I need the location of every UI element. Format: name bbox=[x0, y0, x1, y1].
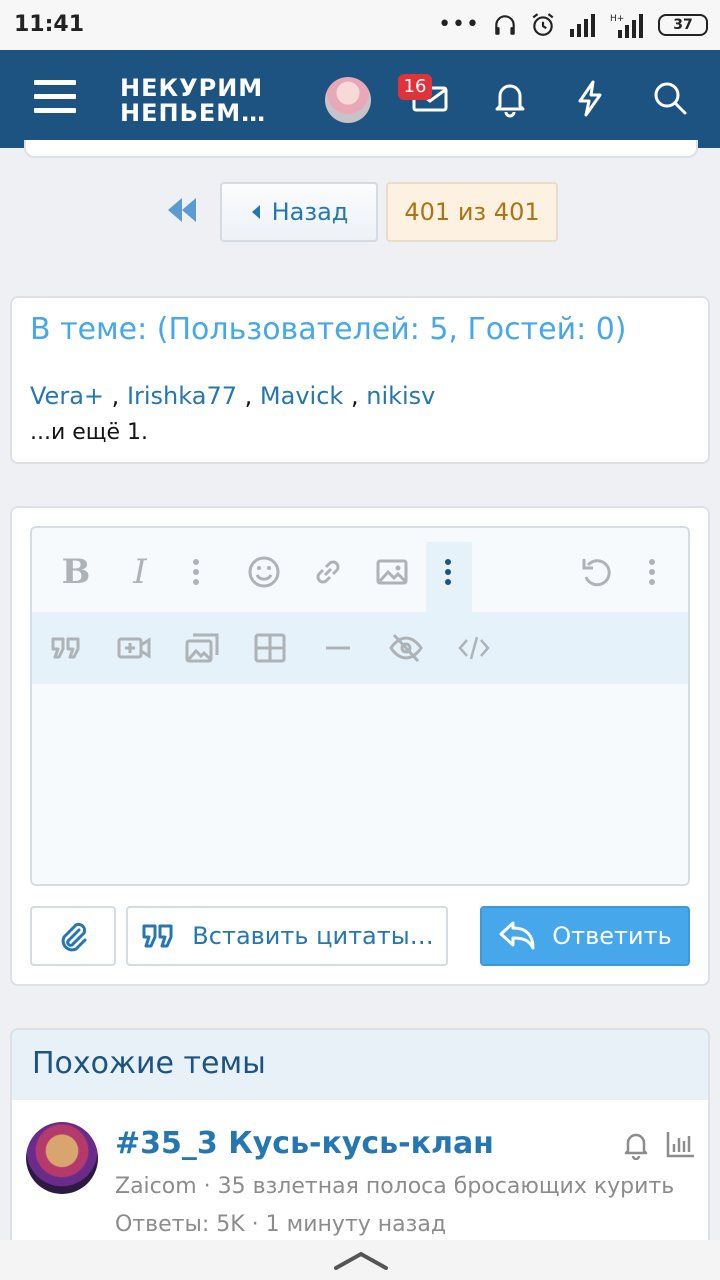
signal-icon bbox=[570, 14, 595, 37]
user-link[interactable]: Mavick bbox=[260, 382, 343, 410]
quote-icon bbox=[142, 924, 173, 948]
thread-replies: Ответы: 5K bbox=[115, 1212, 245, 1237]
thread-stats: Ответы: 5K · 1 минуту назад bbox=[115, 1212, 446, 1237]
insert-quotes-label: Вставить цитаты… bbox=[192, 922, 434, 950]
editor: B I bbox=[30, 526, 690, 886]
spoiler-icon[interactable] bbox=[386, 628, 426, 668]
back-button[interactable]: Назад bbox=[220, 182, 378, 242]
avatar[interactable] bbox=[325, 77, 371, 123]
paperclip-icon bbox=[61, 922, 87, 952]
thread-meta: Zaicom · 35 взлетная полоса бросающих ку… bbox=[115, 1174, 674, 1199]
signal-h-icon: H+ bbox=[610, 14, 643, 38]
back-label: Назад bbox=[271, 198, 349, 226]
status-time: 11:41 bbox=[14, 12, 85, 37]
reply-icon bbox=[499, 921, 535, 950]
quote-icon[interactable] bbox=[46, 628, 86, 668]
undo-icon[interactable] bbox=[576, 552, 616, 592]
status-bar: 11:41 ••• H+ 37 bbox=[0, 0, 720, 50]
horizontal-rule-icon[interactable] bbox=[318, 628, 358, 668]
reply-button[interactable]: Ответить bbox=[480, 906, 690, 966]
bold-icon[interactable]: B bbox=[56, 552, 96, 592]
user-link[interactable]: nikisv bbox=[366, 382, 435, 410]
chevron-up-icon[interactable] bbox=[334, 1250, 388, 1270]
similar-threads-title: Похожие темы bbox=[32, 1046, 266, 1081]
online-title: В теме: (Пользователей: 5, Гостей: 0) bbox=[30, 312, 627, 347]
lightning-icon[interactable] bbox=[570, 78, 610, 118]
user-separator: , bbox=[244, 382, 253, 410]
gallery-icon[interactable] bbox=[182, 628, 222, 668]
alarm-icon bbox=[532, 13, 554, 36]
bell-icon[interactable] bbox=[490, 78, 530, 118]
app-header: НЕКУРИМ НЕПЬЕМ… 16 bbox=[0, 50, 720, 148]
thread-last-activity: 1 минуту назад bbox=[265, 1212, 447, 1237]
more-vertical-icon[interactable] bbox=[176, 552, 216, 592]
stats-icon[interactable] bbox=[664, 1128, 696, 1160]
inbox-badge[interactable]: 16 bbox=[398, 74, 432, 100]
thread-forum[interactable]: 35 взлетная полоса бросающих курить bbox=[218, 1174, 675, 1199]
similar-threads-header: Похожие темы bbox=[10, 1028, 710, 1102]
search-icon[interactable] bbox=[650, 78, 690, 118]
battery-icon: 37 bbox=[658, 14, 708, 36]
svg-text:H+: H+ bbox=[610, 14, 624, 24]
online-users-list: Vera+ , Irishka77 , Mavick , nikisv bbox=[30, 382, 435, 410]
code-icon[interactable] bbox=[454, 628, 494, 668]
image-icon[interactable] bbox=[372, 552, 412, 592]
user-separator: , bbox=[111, 382, 120, 410]
editor-text-area[interactable] bbox=[32, 684, 688, 884]
table-icon[interactable] bbox=[250, 628, 290, 668]
italic-icon[interactable]: I bbox=[120, 552, 160, 592]
caret-left-icon bbox=[251, 205, 260, 219]
more-vertical-icon[interactable] bbox=[632, 552, 672, 592]
link-icon[interactable] bbox=[308, 552, 348, 592]
thread-author[interactable]: Zaicom bbox=[115, 1174, 197, 1199]
thread-title[interactable]: #35_3 Кусь-кусь-клан bbox=[115, 1126, 494, 1161]
video-icon[interactable] bbox=[114, 628, 154, 668]
user-separator: , bbox=[350, 382, 359, 410]
menu-icon[interactable] bbox=[34, 80, 76, 116]
site-logo[interactable]: НЕКУРИМ НЕПЬЕМ… bbox=[120, 76, 266, 126]
user-link[interactable]: Irishka77 bbox=[127, 382, 237, 410]
headphones-icon bbox=[495, 15, 515, 35]
dots-icon: ••• bbox=[438, 12, 480, 37]
first-page-icon[interactable] bbox=[166, 196, 198, 224]
more-vertical-active-icon[interactable] bbox=[428, 552, 468, 592]
meta-separator: · bbox=[203, 1174, 211, 1199]
logo-line2: НЕПЬЕМ… bbox=[120, 99, 267, 127]
thread-author-avatar[interactable] bbox=[26, 1122, 98, 1194]
meta-separator: · bbox=[251, 1212, 259, 1237]
user-link[interactable]: Vera+ bbox=[30, 382, 104, 410]
system-nav-bar bbox=[0, 1240, 720, 1280]
attach-files-button[interactable] bbox=[30, 906, 116, 966]
watch-bell-icon[interactable] bbox=[620, 1128, 652, 1160]
online-more: ...и ещё 1. bbox=[30, 420, 149, 445]
reply-label: Ответить bbox=[552, 922, 672, 950]
status-icons: ••• H+ 37 bbox=[438, 12, 708, 38]
insert-quotes-button[interactable]: Вставить цитаты… bbox=[126, 906, 448, 966]
page-position[interactable]: 401 из 401 bbox=[386, 182, 558, 242]
logo-line1: НЕКУРИМ bbox=[120, 74, 264, 102]
previous-post-bottom bbox=[24, 140, 698, 158]
smiley-icon[interactable] bbox=[244, 552, 284, 592]
